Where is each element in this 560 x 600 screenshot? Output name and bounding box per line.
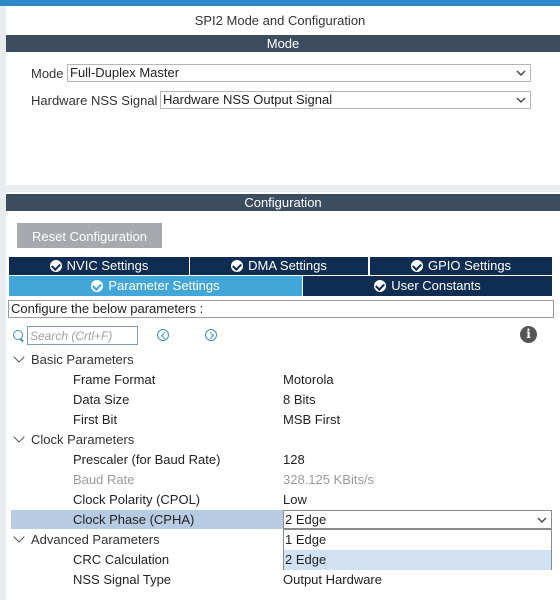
- param-value[interactable]: MSB First: [283, 412, 340, 427]
- param-name: CRC Calculation: [73, 552, 170, 567]
- group-clock-parameters[interactable]: Clock Parameters: [31, 432, 134, 447]
- mode-select[interactable]: Full-Duplex Master: [67, 64, 531, 82]
- chevron-down-icon: [516, 70, 526, 76]
- tab-nvic-settings[interactable]: NVIC Settings: [9, 257, 189, 275]
- tab-gpio-settings[interactable]: GPIO Settings: [370, 257, 552, 275]
- param-name: NSS Signal Type: [73, 572, 172, 587]
- nss-select-value: Hardware NSS Output Signal: [163, 92, 333, 107]
- check-circle-icon: [410, 260, 423, 272]
- search-input[interactable]: [30, 328, 134, 343]
- mode-section-header: Mode: [6, 35, 560, 52]
- param-value[interactable]: Low: [283, 492, 307, 507]
- tab-label: DMA Settings: [248, 258, 327, 273]
- search-icon: [13, 330, 23, 340]
- param-name: Prescaler (for Baud Rate): [73, 452, 221, 467]
- tab-user-constants[interactable]: User Constants: [303, 276, 552, 296]
- check-circle-icon: [374, 280, 387, 292]
- param-name: Clock Polarity (CPOL): [73, 492, 201, 507]
- clock-phase-value: 2 Edge: [285, 512, 327, 527]
- chevron-down-icon: [537, 517, 547, 523]
- chevron-down-icon: [516, 97, 526, 103]
- dropdown-option[interactable]: 1 Edge: [284, 530, 551, 550]
- info-icon[interactable]: i: [520, 326, 537, 343]
- param-value[interactable]: Output Hardware: [283, 572, 382, 587]
- window-title: SPI2 Mode and Configuration: [194, 13, 366, 28]
- clock-phase-select[interactable]: 2 Edge: [283, 510, 552, 529]
- nss-select[interactable]: Hardware NSS Output Signal: [160, 91, 531, 109]
- configuration-section-header: Configuration: [6, 194, 560, 211]
- clock-phase-dropdown-list: 1 Edge 2 Edge: [283, 529, 552, 570]
- param-value: 328.125 KBits/s: [283, 472, 375, 487]
- tab-label: NVIC Settings: [66, 258, 149, 273]
- tab-parameter-settings[interactable]: Parameter Settings: [9, 276, 302, 296]
- param-name: Clock Phase (CPHA): [73, 512, 195, 527]
- group-advanced-parameters[interactable]: Advanced Parameters: [31, 532, 160, 547]
- param-name: Baud Rate: [73, 472, 135, 487]
- previous-result-icon[interactable]: [157, 329, 169, 341]
- group-basic-parameters[interactable]: Basic Parameters: [31, 352, 134, 367]
- dropdown-option[interactable]: 2 Edge: [284, 550, 551, 570]
- mode-select-value: Full-Duplex Master: [70, 65, 180, 80]
- tab-label: Parameter Settings: [108, 278, 220, 293]
- check-circle-icon: [231, 260, 244, 272]
- param-name: Frame Format: [73, 372, 156, 387]
- param-value[interactable]: 128: [283, 452, 305, 467]
- param-value[interactable]: 8 Bits: [283, 392, 316, 407]
- next-result-icon[interactable]: [205, 329, 217, 341]
- tab-label: User Constants: [391, 278, 481, 293]
- configure-note: Configure the below parameters :: [8, 300, 554, 318]
- mode-label: Mode: [31, 66, 64, 81]
- param-name: Data Size: [73, 392, 130, 407]
- tab-dma-settings[interactable]: DMA Settings: [190, 257, 368, 275]
- search-field[interactable]: [27, 326, 138, 345]
- check-circle-icon: [91, 280, 104, 292]
- nss-label: Hardware NSS Signal: [31, 93, 158, 108]
- tab-label: GPIO Settings: [427, 258, 512, 273]
- check-circle-icon: [49, 260, 62, 272]
- param-value[interactable]: Motorola: [283, 372, 334, 387]
- reset-configuration-button[interactable]: Reset Configuration: [17, 223, 162, 248]
- param-name: First Bit: [73, 412, 118, 427]
